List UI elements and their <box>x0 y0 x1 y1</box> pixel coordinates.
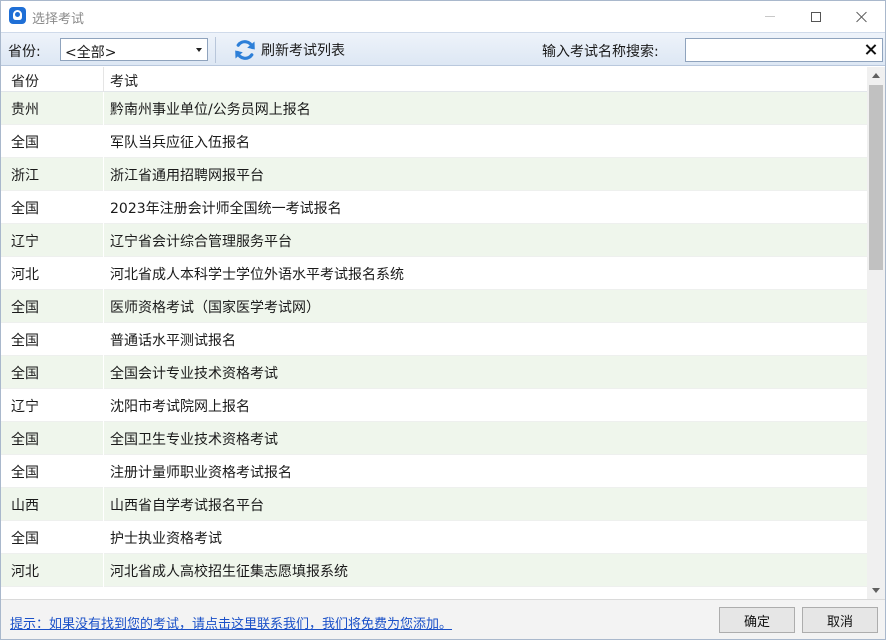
exam-name-cell: 辽宁省会计综合管理服务平台 <box>110 234 292 250</box>
table-row[interactable]: 河北 河北省成人高校招生征集志愿填报系统 <box>1 554 867 587</box>
exam-name-cell: 浙江省通用招聘网报平台 <box>110 168 264 184</box>
cell-divider <box>103 92 104 125</box>
table-row[interactable]: 全国 护士执业资格考试 <box>1 521 867 554</box>
province-cell: 贵州 <box>11 102 39 118</box>
table-row[interactable]: 河北 河北省成人本科学士学位外语水平考试报名系统 <box>1 257 867 290</box>
scroll-down-arrow-icon[interactable] <box>867 582 885 599</box>
table-row[interactable]: 辽宁 沈阳市考试院网上报名 <box>1 389 867 422</box>
exam-table: 省份 考试 贵州 黔南州事业单位/公务员网上报名全国 军队当兵应征入伍报名浙江 浙江省… <box>1 67 885 599</box>
footer: 提示：如果没有找到您的考试，请点击这里联系我们，我们将免费为您添加。 确定 取消 <box>1 599 885 639</box>
clear-search-icon[interactable] <box>863 42 879 58</box>
minimize-icon <box>765 16 775 17</box>
table-row[interactable]: 辽宁 辽宁省会计综合管理服务平台 <box>1 224 867 257</box>
exam-name-cell: 沈阳市考试院网上报名 <box>110 399 250 415</box>
province-cell: 全国 <box>11 300 39 316</box>
window-title: 选择考试 <box>32 12 85 27</box>
cell-divider <box>103 389 104 422</box>
exam-name-cell: 2023年注册会计师全国统一考试报名 <box>110 201 342 217</box>
cell-divider <box>103 158 104 191</box>
ok-button[interactable]: 确定 <box>719 607 795 633</box>
province-label: 省份: <box>8 44 41 60</box>
table-row[interactable]: 全国 注册计量师职业资格考试报名 <box>1 455 867 488</box>
cancel-button[interactable]: 取消 <box>802 607 878 633</box>
exam-name-cell: 普通话水平测试报名 <box>110 333 236 349</box>
cell-divider <box>103 455 104 488</box>
scrollbar-thumb[interactable] <box>869 85 883 270</box>
province-cell: 全国 <box>11 432 39 448</box>
contact-us-hint-link[interactable]: 提示：如果没有找到您的考试，请点击这里联系我们，我们将免费为您添加。 <box>10 613 452 632</box>
cell-divider <box>103 257 104 290</box>
search-label: 输入考试名称搜索: <box>542 44 659 60</box>
province-cell: 辽宁 <box>11 234 39 250</box>
table-row[interactable]: 贵州 黔南州事业单位/公务员网上报名 <box>1 92 867 125</box>
refresh-label: 刷新考试列表 <box>261 43 345 59</box>
exam-name-cell: 全国会计专业技术资格考试 <box>110 366 278 382</box>
province-select[interactable]: <全部> <box>60 38 208 61</box>
cell-divider <box>103 521 104 554</box>
province-cell: 辽宁 <box>11 399 39 415</box>
maximize-icon <box>811 11 821 22</box>
province-cell: 山西 <box>11 498 39 514</box>
vertical-scrollbar[interactable] <box>867 67 885 599</box>
province-cell: 全国 <box>11 465 39 481</box>
chevron-down-icon <box>196 48 202 52</box>
title-bar: 选择考试 <box>1 1 885 32</box>
exam-name-cell: 护士执业资格考试 <box>110 531 222 547</box>
cell-divider <box>103 554 104 587</box>
province-cell: 全国 <box>11 366 39 382</box>
cell-divider <box>103 224 104 257</box>
scroll-up-arrow-icon[interactable] <box>867 67 885 84</box>
exam-search-box <box>685 38 883 62</box>
province-cell: 河北 <box>11 267 39 283</box>
province-cell: 全国 <box>11 531 39 547</box>
province-cell: 河北 <box>11 564 39 580</box>
table-row[interactable]: 全国 全国会计专业技术资格考试 <box>1 356 867 389</box>
minimize-button[interactable] <box>747 1 793 32</box>
column-header-province[interactable]: 省份 <box>11 71 39 91</box>
cell-divider <box>103 290 104 323</box>
province-cell: 浙江 <box>11 168 39 184</box>
close-icon <box>856 11 868 23</box>
table-row[interactable]: 浙江 浙江省通用招聘网报平台 <box>1 158 867 191</box>
table-row[interactable]: 山西 山西省自学考试报名平台 <box>1 488 867 521</box>
cell-divider <box>103 356 104 389</box>
exam-name-cell: 医师资格考试（国家医学考试网） <box>110 300 320 316</box>
table-header: 省份 考试 <box>1 67 867 92</box>
exam-name-cell: 黔南州事业单位/公务员网上报名 <box>110 102 311 118</box>
province-cell: 全国 <box>11 333 39 349</box>
column-header-exam[interactable]: 考试 <box>110 71 138 91</box>
cell-divider <box>103 488 104 521</box>
column-divider <box>103 67 104 92</box>
table-row[interactable]: 全国 2023年注册会计师全国统一考试报名 <box>1 191 867 224</box>
refresh-icon <box>235 40 255 60</box>
refresh-exam-list-button[interactable]: 刷新考试列表 <box>233 37 345 63</box>
table-body: 贵州 黔南州事业单位/公务员网上报名全国 军队当兵应征入伍报名浙江 浙江省通用招聘网报… <box>1 92 867 587</box>
maximize-button[interactable] <box>793 1 839 32</box>
exam-name-cell: 河北省成人本科学士学位外语水平考试报名系统 <box>110 267 404 283</box>
exam-name-cell: 注册计量师职业资格考试报名 <box>110 465 292 481</box>
cell-divider <box>103 422 104 455</box>
cell-divider <box>103 191 104 224</box>
app-logo-icon <box>9 7 26 24</box>
toolbar-separator <box>215 37 216 63</box>
exam-name-cell: 军队当兵应征入伍报名 <box>110 135 250 151</box>
cell-divider <box>103 323 104 356</box>
exam-name-cell: 山西省自学考试报名平台 <box>110 498 264 514</box>
table-row[interactable]: 全国 全国卫生专业技术资格考试 <box>1 422 867 455</box>
exam-name-cell: 全国卫生专业技术资格考试 <box>110 432 278 448</box>
exam-name-cell: 河北省成人高校招生征集志愿填报系统 <box>110 564 348 580</box>
table-row[interactable]: 全国 普通话水平测试报名 <box>1 323 867 356</box>
toolbar: 省份: <全部> 刷新考试列表 输入考试名称搜索: <box>1 32 885 66</box>
table-row[interactable]: 全国 医师资格考试（国家医学考试网） <box>1 290 867 323</box>
select-exam-window: 选择考试 省份: <全部> 刷新考试列表 输入考试名称搜索: 省份 考试 贵州 … <box>0 0 886 640</box>
province-cell: 全国 <box>11 135 39 151</box>
cell-divider <box>103 125 104 158</box>
exam-search-input[interactable] <box>688 41 858 59</box>
province-cell: 全国 <box>11 201 39 217</box>
close-window-button[interactable] <box>839 1 885 32</box>
table-row[interactable]: 全国 军队当兵应征入伍报名 <box>1 125 867 158</box>
province-select-value: <全部> <box>65 45 117 61</box>
